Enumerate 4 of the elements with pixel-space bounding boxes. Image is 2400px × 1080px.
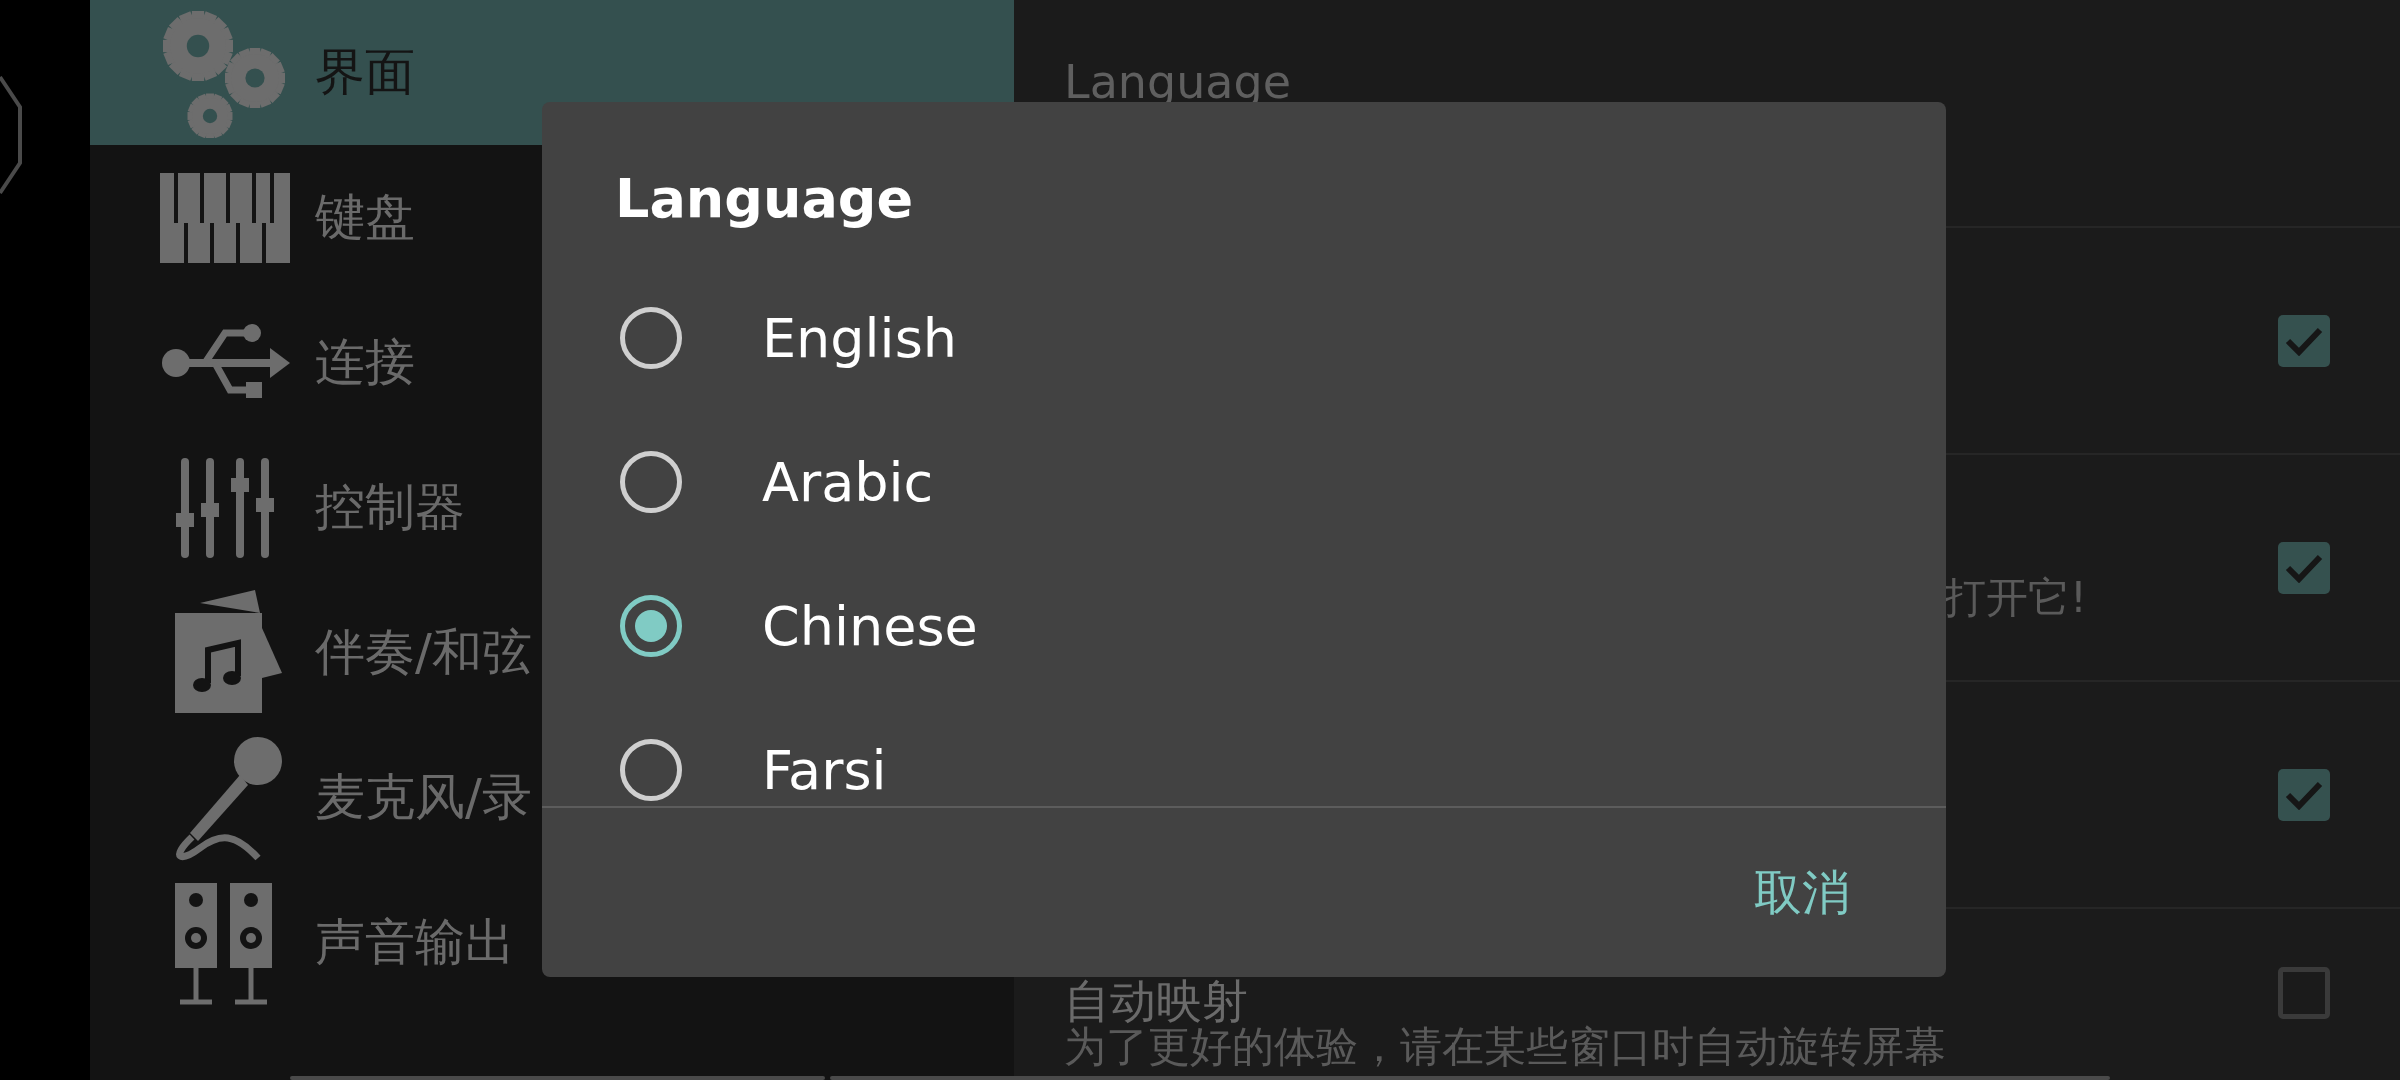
setting-title: 自动映射 xyxy=(1064,977,1248,1026)
dialog-title: Language xyxy=(615,167,914,230)
setting-description: 为了更好的体验，请在某些窗口时自动旋转屏幕 xyxy=(1064,1025,1946,1070)
setting-description: 打开它! xyxy=(1944,576,2087,621)
